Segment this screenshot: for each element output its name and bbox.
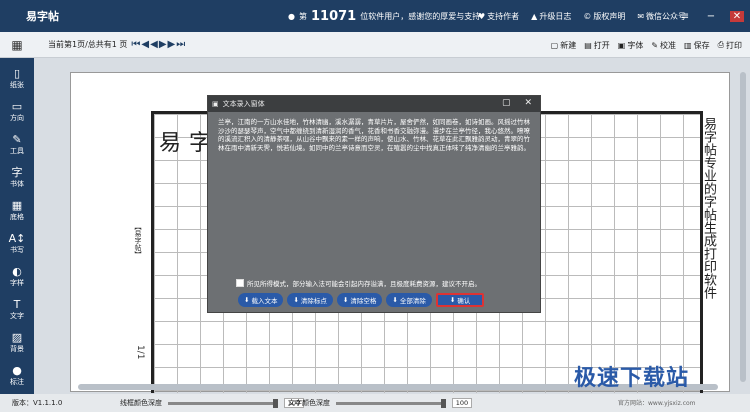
clear-all-button[interactable]: ⬇ 全部清除 [386,293,432,307]
download-icon: ⬇ [392,296,398,304]
writing-icon: A↕ [8,231,26,245]
watermark-logo: 极速下载站 [574,366,690,391]
font-icon: ▣ [617,40,626,50]
first-page-icon[interactable]: ⏮ [131,39,141,50]
user-icon: ● [288,11,295,21]
wysiwyg-checkbox[interactable]: 所见所得模式，部分输入法可能会引起内存溢满，且极度耗费资源，建议不开启。 [236,278,481,288]
open-icon: ▤ [584,40,592,50]
wechat-icon: ✉ [637,11,645,21]
confirm-button[interactable]: ⬇ 确认 [435,293,485,307]
sidebar-item-tool[interactable]: ✎ 工具 [0,128,34,161]
dialog-app-icon: ▣ [212,100,219,108]
paper-icon: ▯ [13,66,21,80]
checkbox-box[interactable] [236,279,244,287]
upgrade-icon: ▲ [531,11,538,21]
text-depth-group: 文字颜色深度 100 [288,394,472,412]
close-icon[interactable]: ✕ [730,10,744,22]
prev-page-icon[interactable]: ◀◀ [141,39,158,50]
sidebar-item-writing[interactable]: A↕ 书写 [0,227,34,260]
line-depth-label: 线框颜色深度 [120,399,162,407]
text-depth-slider[interactable] [336,398,446,408]
text-input-dialog: ▣ 文本录入窗体 ▢ ✕ 兰亭，江南的一方山水佳地，竹林清幽，溪水潺潺，青草片片… [207,95,541,313]
text-depth-knob[interactable] [441,398,446,408]
text-depth-label: 文字颜色深度 [288,399,330,407]
copyright-link[interactable]: © 版权声明 [583,11,625,22]
watermark-url: 官方网站：www.yjsxiz.com [618,400,696,407]
user-number: 11071 [310,8,357,24]
dialog-title: 文本录入窗体 [222,100,265,108]
header-links: ♥ 支持作者 ▲ 升级日志 © 版权声明 ✉ 微信公众号 [478,0,686,32]
download-icon: ⬇ [342,296,349,304]
dialog-controls: ▢ ✕ [502,98,532,108]
dialog-title-bar: ▣ 文本录入窗体 [208,96,540,112]
new-button[interactable]: ▢ 新建 [551,40,577,51]
dialog-text-area[interactable]: 兰亭，江南的一方山水佳地，竹林清幽，溪水潺潺，青草片片，屋舍俨然，如同画卷，如诗… [218,118,530,270]
page-nav: ⏮◀◀▶▶⏭ [131,39,186,50]
toolbar: ▦ 当前第1页/总共有1 页 ⏮◀◀▶▶⏭ ▢ 新建 ▤ 打开 ▣ 字体 ✎ 校准 ▥ 保… [0,32,750,58]
new-icon: ▢ [550,40,559,50]
line-depth-slider[interactable] [168,398,278,408]
dialog-buttons: ⬇ 载入文本 ⬇ 清除标点 ⬇ 清除空格 ⬇ 全部清除 ⬇ 确认 [238,293,485,307]
vertical-scrollbar[interactable] [740,72,746,382]
print-button[interactable]: ⎙ 打印 [718,40,742,51]
sidebar-item-marker[interactable]: ● 标注 [0,359,34,392]
sidebar-item-paper[interactable]: ▯ 纸张 [0,62,34,95]
window-controls: ≡ − ✕ [678,0,744,32]
sidebar-item-direction[interactable]: ▭ 方向 [0,95,34,128]
user-info: ● 第 11071 位软件用户，感谢您的厚爱与支持 [288,0,480,32]
paper-vertical-text: 易字帖专业的字帖生成打印软件 [701,117,716,299]
dialog-close-icon[interactable]: ✕ [524,98,532,108]
page-info: 当前第1页/总共有1 页 [48,40,128,49]
sidebar-item-char-style[interactable]: ◐ 字样 [0,260,34,293]
font-button[interactable]: ▣ 字体 [618,40,644,51]
sidebar-item-background[interactable]: ▨ 背景 [0,326,34,359]
title-bar: 易字帖 ● 第 11071 位软件用户，感谢您的厚爱与支持 ♥ 支持作者 ▲ 升级日… [0,0,750,32]
app-title: 易字帖 [26,10,59,23]
direction-icon: ▭ [11,99,23,113]
checkbox-label: 所见所得模式，部分输入法可能会引起内存溢满，且极度耗费资源，建议不开启。 [247,280,481,288]
load-text-button[interactable]: ⬇ 载入文本 [238,293,284,307]
print-icon: ⎙ [717,40,724,49]
open-button[interactable]: ▤ 打开 [584,40,610,51]
sidebar-item-font-style[interactable]: 字书体 [0,161,34,194]
copyright-icon: © [583,11,592,21]
minimize-icon[interactable]: − [704,11,718,22]
text-depth-value[interactable]: 100 [452,398,472,408]
paper-page-number: 1/1 [135,345,145,360]
clear-punctuation-button[interactable]: ⬇ 清除标点 [287,293,333,307]
upgrade-log-link[interactable]: ▲ 升级日志 [531,11,571,22]
user-suffix: 位软件用户，感谢您的厚爱与支持 [360,11,481,21]
download-icon: ⬇ [449,296,456,304]
dialog-maximize-icon[interactable]: ▢ [502,98,511,108]
sidebar: ▯ 纸张 ▭ 方向 ✎ 工具 字书体 ▦ 底格 A↕ 书写 ◐ 字样 T 文字 ▨ 背景 ● 标注 [0,58,34,394]
proofread-button[interactable]: ✎ 校准 [651,40,676,51]
tool-icon: ✎ [12,132,22,146]
font-style-icon: 字 [11,165,23,179]
line-depth-knob[interactable] [273,398,278,408]
menu-icon[interactable]: ≡ [678,11,692,22]
next-page-icon[interactable]: ▶▶ [159,39,176,50]
download-icon: ⬇ [244,296,250,304]
grid-view-icon[interactable]: ▦ [0,38,34,52]
sidebar-item-text[interactable]: T 文字 [0,293,34,326]
save-button[interactable]: ▥ 保存 [684,40,710,51]
line-depth-group: 线框颜色深度 100 [120,394,304,412]
heart-icon: ♥ [478,11,486,21]
version-label: 版本：V1.1.1.0 [12,399,63,407]
sidebar-item-grid[interactable]: ▦ 底格 [0,194,34,227]
user-prefix: 第 [298,11,307,21]
save-icon: ▥ [684,40,692,50]
grid-icon: ▦ [11,198,23,212]
text-icon: T [13,297,21,311]
last-page-icon[interactable]: ⏭ [176,39,186,50]
tool-actions: ▢ 新建 ▤ 打开 ▣ 字体 ✎ 校准 ▥ 保存 ⎙ 打印 [551,32,742,58]
paper-side-label: 【易字帖】 [134,223,142,258]
char-style-icon: ◐ [12,264,22,278]
proofread-icon: ✎ [651,40,659,50]
download-icon: ⬇ [293,296,299,304]
clear-spaces-button[interactable]: ⬇ 清除空格 [336,293,383,307]
marker-icon: ● [12,363,22,377]
background-icon: ▨ [11,330,23,344]
support-author-link[interactable]: ♥ 支持作者 [478,11,519,22]
